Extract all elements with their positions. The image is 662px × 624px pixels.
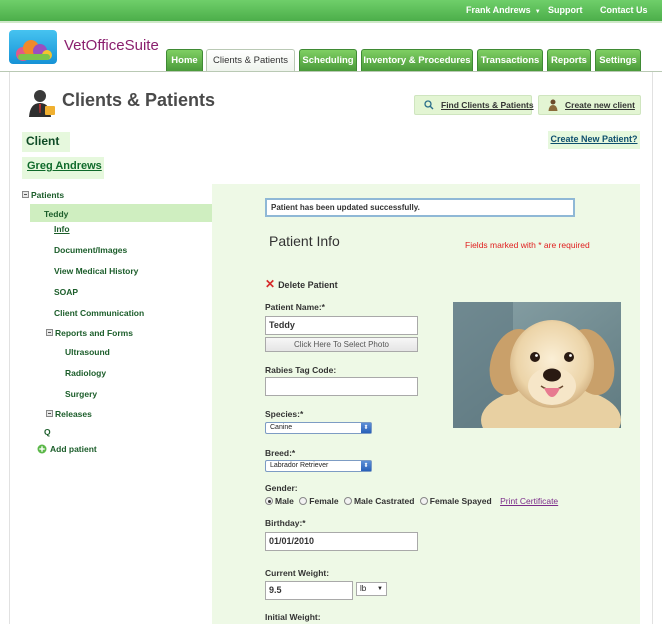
create-new-patient-link[interactable]: Create New Patient? <box>548 131 640 149</box>
sidebar-item-soap[interactable]: SOAP <box>54 287 78 297</box>
brand-name: VetOfficeSuite <box>64 37 159 54</box>
weight-unit-value: lb <box>360 584 367 593</box>
user-add-icon <box>548 99 558 111</box>
weight-unit-select[interactable]: lb ▼ <box>356 582 387 596</box>
species-select[interactable]: Canine ⬍ <box>265 422 372 434</box>
current-weight-label: Current Weight: <box>265 568 330 578</box>
breed-value: Labrador Retriever <box>270 462 329 469</box>
chevron-down-icon: ▼ <box>377 586 383 592</box>
create-client-label: Create new client <box>565 100 635 110</box>
sidebar-item-client-communication[interactable]: Client Communication <box>54 308 144 318</box>
tab-transactions[interactable]: Transactions <box>477 49 543 71</box>
rabies-tag-label: Rabies Tag Code: <box>265 365 337 375</box>
tab-settings[interactable]: Settings <box>595 49 641 71</box>
client-section-label: Client <box>22 132 70 152</box>
sidebar-item-medical-history[interactable]: View Medical History <box>54 266 138 276</box>
success-message: Patient has been updated successfully. <box>265 198 575 217</box>
birthday-label: Birthday:* <box>265 518 306 528</box>
collapse-icon <box>46 329 53 337</box>
sidebar-patient-teddy[interactable]: Teddy <box>44 209 68 219</box>
sidebar-reports-label: Reports and Forms <box>55 328 133 338</box>
current-weight-input[interactable]: 9.5 <box>265 581 353 600</box>
patient-photo[interactable] <box>453 302 621 428</box>
print-certificate-link[interactable]: Print Certificate <box>500 496 558 506</box>
radio <box>343 496 352 505</box>
patient-info-title: Patient Info <box>269 233 340 249</box>
top-divider <box>0 21 662 23</box>
species-value: Canine <box>270 424 293 431</box>
find-clients-button[interactable]: Find Clients & Patients <box>414 95 534 115</box>
radio-selected <box>265 496 273 505</box>
tab-inventory-procedures[interactable]: Inventory & Procedures <box>361 49 473 71</box>
tab-home[interactable]: Home <box>166 49 203 71</box>
client-name-link[interactable]: Greg Andrews <box>22 157 104 179</box>
chevron-down-icon: ▼ <box>534 9 541 15</box>
add-patient-label: Add patient <box>50 444 97 454</box>
sidebar-item-info[interactable]: Info <box>54 224 70 234</box>
gender-female-spayed-label: Female Spayed <box>429 496 492 506</box>
collapse-icon <box>22 191 29 199</box>
delete-patient-button[interactable]: ✕ Delete Patient <box>265 277 338 291</box>
select-photo-button[interactable]: Click Here To Select Photo <box>265 337 418 352</box>
gender-female-option[interactable]: Female <box>299 496 339 506</box>
rabies-tag-input[interactable] <box>265 377 418 396</box>
species-label: Species:* <box>265 409 304 419</box>
initial-weight-label: Initial Weight: <box>265 612 321 622</box>
gender-radio-group: Male Female Male Castrated Female Spayed… <box>265 496 558 506</box>
add-patient-button[interactable]: Add patient <box>37 444 97 455</box>
search-icon <box>424 100 434 110</box>
tab-reports[interactable]: Reports <box>547 49 591 71</box>
sidebar-item-q[interactable]: Q <box>44 427 51 437</box>
delete-patient-label: Delete Patient <box>278 280 338 290</box>
sidebar-patients[interactable]: Patients <box>22 190 64 200</box>
breed-label: Breed:* <box>265 448 296 458</box>
collapse-icon <box>46 410 53 418</box>
contact-link[interactable]: Contact Us <box>600 5 648 15</box>
page-title: Clients & Patients <box>62 90 216 110</box>
find-clients-label: Find Clients & Patients <box>441 100 534 110</box>
sidebar-reports-forms[interactable]: Reports and Forms <box>46 328 133 338</box>
birthday-input[interactable]: 01/01/2010 <box>265 532 418 551</box>
tab-clients-patients[interactable]: Clients & Patients <box>206 49 295 72</box>
add-circle-icon <box>37 444 47 454</box>
required-note: Fields marked with * are required <box>465 240 590 250</box>
sidebar-item-radiology[interactable]: Radiology <box>65 368 106 378</box>
sidebar-item-documents[interactable]: Document/Images <box>54 245 127 255</box>
delete-x-icon: ✕ <box>265 277 276 291</box>
user-menu[interactable]: Frank Andrews ▼ <box>466 5 541 15</box>
sidebar-releases-label: Releases <box>55 409 92 419</box>
gender-female-label: Female <box>309 496 339 506</box>
gender-male-castrated-option[interactable]: Male Castrated <box>343 496 415 506</box>
gender-male-option[interactable]: Male <box>265 496 294 506</box>
tab-scheduling[interactable]: Scheduling <box>299 49 357 71</box>
sidebar-releases[interactable]: Releases <box>46 409 92 419</box>
radio <box>299 496 308 505</box>
top-bar: Frank Andrews ▼ Support Contact Us <box>0 0 662 21</box>
radio <box>419 496 428 505</box>
sidebar-item-ultrasound[interactable]: Ultrasound <box>65 347 110 357</box>
gender-male-label: Male <box>275 496 294 506</box>
sidebar-patients-label: Patients <box>31 190 65 200</box>
logo-icon[interactable] <box>9 30 57 64</box>
gender-label: Gender: <box>265 483 298 493</box>
patient-name-label: Patient Name:* <box>265 302 325 312</box>
patient-name-input[interactable]: Teddy <box>265 316 418 335</box>
support-link[interactable]: Support <box>548 5 583 15</box>
breed-select[interactable]: Labrador Retriever ⬍ <box>265 460 372 472</box>
sidebar-item-surgery[interactable]: Surgery <box>65 389 97 399</box>
person-icon <box>28 88 56 123</box>
gender-female-spayed-option[interactable]: Female Spayed <box>419 496 492 506</box>
chevron-updown-icon: ⬍ <box>361 461 371 471</box>
create-client-button[interactable]: Create new client <box>538 95 641 115</box>
gender-male-castrated-label: Male Castrated <box>353 496 415 506</box>
chevron-updown-icon: ⬍ <box>361 423 371 433</box>
user-name: Frank Andrews <box>466 5 531 15</box>
